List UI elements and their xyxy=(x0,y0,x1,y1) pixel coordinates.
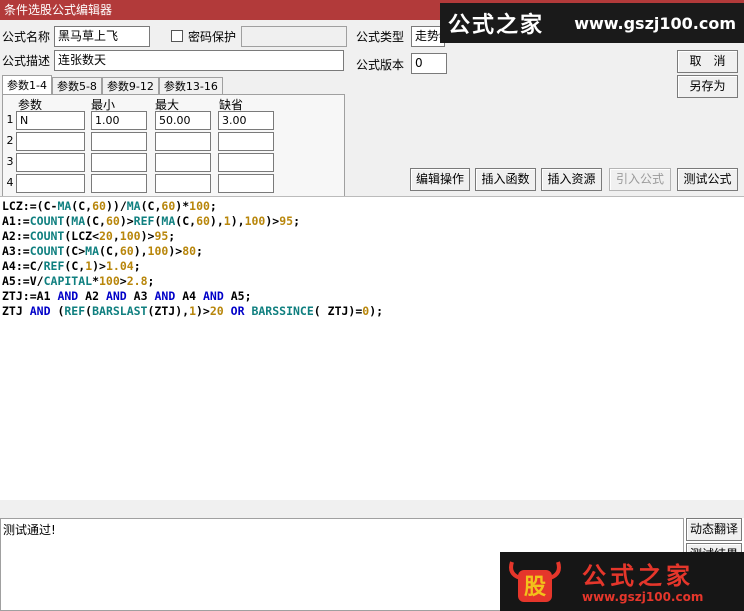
watermark-bottom: 股 公式之家 www.gszj100.com xyxy=(500,552,744,611)
param-max-cell[interactable] xyxy=(155,174,211,193)
tab-params-1-4[interactable]: 参数1-4 xyxy=(2,75,52,95)
code-editor[interactable]: LCZ:=(C-MA(C,60))/MA(C,60)*100; A1:=COUNT… xyxy=(0,196,744,500)
param-name-cell[interactable] xyxy=(16,174,85,193)
password-checkbox[interactable] xyxy=(171,30,183,42)
import-formula-button[interactable]: 引入公式 xyxy=(609,168,671,191)
param-name-cell[interactable] xyxy=(16,132,85,151)
test-formula-button[interactable]: 测试公式 xyxy=(677,168,738,191)
tab-params-13-16[interactable]: 参数13-16 xyxy=(158,77,223,95)
editor-divider xyxy=(0,500,744,518)
code-line: ZTJ AND (REF(BARSLAST(ZTJ),1)>20 OR BARS… xyxy=(2,304,384,318)
param-min-cell[interactable] xyxy=(91,132,147,151)
edit-operations-button[interactable]: 编辑操作 xyxy=(410,168,470,191)
watermark-top: 公式之家 www.gszj100.com xyxy=(440,3,744,43)
param-max-cell[interactable] xyxy=(155,132,211,151)
param-max-cell[interactable]: 50.00 xyxy=(155,111,211,130)
param-tabs: 参数1-4 参数5-8 参数9-12 参数13-16 xyxy=(2,75,223,95)
password-input[interactable] xyxy=(241,26,347,47)
param-default-cell[interactable]: 3.00 xyxy=(218,111,274,130)
param-min-cell[interactable] xyxy=(91,174,147,193)
param-name-cell[interactable] xyxy=(16,153,85,172)
param-min-cell[interactable] xyxy=(91,153,147,172)
formula-settings-panel: 公式名称 黑马草上飞 密码保护 公式类型 走势特征 公式描述 连张数天 公式版本… xyxy=(0,20,744,212)
formula-name-label: 公式名称 xyxy=(2,30,51,44)
watermark-bottom-url: www.gszj100.com xyxy=(582,590,704,604)
param-default-cell[interactable] xyxy=(218,153,274,172)
save-as-button[interactable]: 另存为 xyxy=(677,75,738,98)
watermark-url: www.gszj100.com xyxy=(574,13,736,33)
param-default-cell[interactable] xyxy=(218,132,274,151)
code-line: A1:=COUNT(MA(C,60)>REF(MA(C,60),1),100)>… xyxy=(2,214,301,228)
window-title: 条件选股公式编辑器 xyxy=(4,3,113,17)
param-min-cell[interactable]: 1.00 xyxy=(91,111,147,130)
insert-resource-button[interactable]: 插入资源 xyxy=(541,168,602,191)
test-status-text: 测试通过! xyxy=(3,523,56,537)
param-name-cell[interactable]: N xyxy=(16,111,85,130)
row-number: 3 xyxy=(6,155,14,168)
code-line: LCZ:=(C-MA(C,60))/MA(C,60)*100; xyxy=(2,199,217,213)
dynamic-translate-button[interactable]: 动态翻译 xyxy=(686,518,742,541)
code-line: A3:=COUNT(C>MA(C,60),100)>80; xyxy=(2,244,203,258)
bull-logo-icon: 股 xyxy=(509,561,561,602)
formula-version-input[interactable]: 0 xyxy=(411,53,447,74)
formula-type-label: 公式类型 xyxy=(356,30,405,44)
tab-params-5-8[interactable]: 参数5-8 xyxy=(51,77,102,95)
watermark-bottom-brand: 公式之家 xyxy=(582,561,694,590)
formula-desc-label: 公式描述 xyxy=(2,54,51,68)
insert-function-button[interactable]: 插入函数 xyxy=(475,168,536,191)
row-number: 2 xyxy=(6,134,14,147)
formula-name-input[interactable]: 黑马草上飞 xyxy=(54,26,150,47)
code-line: A4:=C/REF(C,1)>1.04; xyxy=(2,259,141,273)
formula-desc-input[interactable]: 连张数天 xyxy=(54,50,344,71)
cancel-button[interactable]: 取 消 xyxy=(677,50,738,73)
formula-version-label: 公式版本 xyxy=(356,58,405,72)
logo-char: 股 xyxy=(524,574,546,600)
code-line: ZTJ:=A1 AND A2 AND A3 AND A4 AND A5; xyxy=(2,289,252,303)
param-table: 参数 最小 最大 缺省 1 N 1.00 50.00 3.00 2 3 4 xyxy=(2,94,345,212)
param-max-cell[interactable] xyxy=(155,153,211,172)
tab-params-9-12[interactable]: 参数9-12 xyxy=(101,77,159,95)
code-line: A2:=COUNT(LCZ<20,100)>95; xyxy=(2,229,176,243)
row-number: 4 xyxy=(6,176,14,189)
param-default-cell[interactable] xyxy=(218,174,274,193)
password-label: 密码保护 xyxy=(188,30,237,44)
code-text: LCZ:=(C-MA(C,60))/MA(C,60)*100; A1:=COUNT… xyxy=(2,199,744,319)
code-line: A5:=V/CAPITAL*100>2.8; xyxy=(2,274,155,288)
watermark-brand: 公式之家 xyxy=(448,12,545,38)
row-number: 1 xyxy=(6,113,14,126)
